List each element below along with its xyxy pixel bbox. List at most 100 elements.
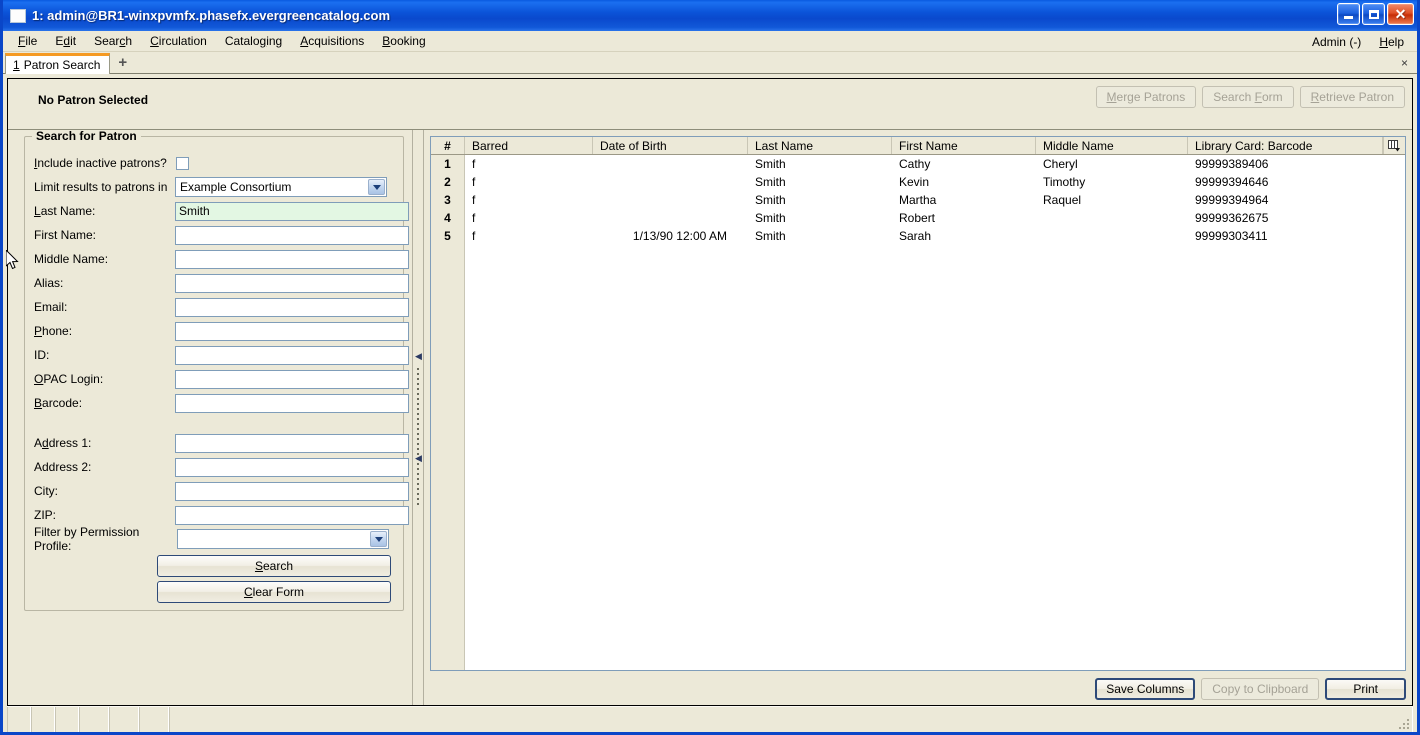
menu-admin[interactable]: Admin (-) bbox=[1303, 33, 1370, 51]
middle-name-input[interactable] bbox=[175, 249, 409, 269]
close-tab-icon[interactable]: × bbox=[1401, 56, 1408, 70]
opac-login-input[interactable] bbox=[175, 369, 409, 389]
cell-middle-name: Timothy bbox=[1043, 175, 1086, 189]
field-row-middle-name: Middle Name: bbox=[31, 247, 409, 271]
chevron-down-icon bbox=[368, 179, 385, 195]
splitter-collapse-right-icon[interactable]: ◀ bbox=[415, 454, 423, 463]
chevron-down-icon bbox=[370, 531, 387, 547]
middle-name-label: Middle Name: bbox=[34, 252, 109, 266]
cell-last-name: Smith bbox=[755, 157, 786, 171]
phone-input[interactable] bbox=[175, 321, 409, 341]
id-input[interactable] bbox=[175, 345, 409, 365]
last-name-input[interactable] bbox=[175, 201, 409, 221]
cell-last-name: Smith bbox=[755, 211, 786, 225]
menu-help[interactable]: Help bbox=[1370, 33, 1413, 51]
column-header-num[interactable]: # bbox=[431, 137, 465, 154]
barcode-label: Barcode: bbox=[34, 396, 83, 410]
table-row[interactable]: 5 f 1/13/90 12:00 AM Smith Sarah 9999930… bbox=[431, 227, 1405, 245]
column-picker-icon[interactable] bbox=[1383, 137, 1405, 154]
field-row-include-inactive: Include inactive patrons? bbox=[31, 151, 397, 175]
address-2-label: Address 2: bbox=[34, 460, 92, 474]
field-row-address-2: Address 2: bbox=[31, 455, 409, 479]
cell-barred: f bbox=[472, 211, 476, 225]
menu-file[interactable]: File bbox=[9, 32, 46, 50]
merge-patrons-button[interactable]: Merge Patrons bbox=[1095, 86, 1197, 108]
column-header-date-of-birth[interactable]: Date of Birth bbox=[593, 137, 748, 154]
include-inactive-checkbox[interactable] bbox=[176, 156, 189, 170]
first-name-label: First Name: bbox=[34, 228, 97, 242]
results-grid-body: 1 f Smith Cathy Cheryl 99999389406 2 f S… bbox=[431, 155, 1405, 670]
tab-index: 1 bbox=[13, 58, 20, 72]
clear-form-button-row: Clear Form bbox=[31, 581, 397, 603]
title-bar: 1: admin@BR1-winxpvmfx.phasefx.evergreen… bbox=[3, 0, 1417, 31]
menu-bar-right: Admin (-) Help bbox=[1303, 31, 1413, 52]
close-icon: ✕ bbox=[1394, 6, 1407, 22]
cell-barred: f bbox=[472, 175, 476, 189]
cell-barred: f bbox=[472, 157, 476, 171]
banner-button-group: Merge Patrons Search Form Retrieve Patro… bbox=[1095, 86, 1405, 108]
cell-barred: f bbox=[472, 229, 476, 243]
new-tab-button[interactable]: + bbox=[110, 55, 135, 71]
menu-search[interactable]: Search bbox=[85, 32, 141, 50]
column-header-barred[interactable]: Barred bbox=[465, 137, 593, 154]
status-pane-6 bbox=[139, 707, 169, 732]
copy-to-clipboard-button[interactable]: Copy to Clipboard bbox=[1201, 677, 1320, 700]
table-row[interactable]: 1 f Smith Cathy Cheryl 99999389406 bbox=[431, 155, 1405, 173]
search-form-button[interactable]: Search Form bbox=[1202, 86, 1294, 108]
limit-results-label: Limit results to patrons in bbox=[34, 180, 168, 194]
menu-edit[interactable]: Edit bbox=[46, 32, 85, 50]
close-button[interactable]: ✕ bbox=[1387, 3, 1414, 25]
address-1-input[interactable] bbox=[175, 433, 409, 453]
menu-booking[interactable]: Booking bbox=[373, 32, 434, 50]
column-header-last-name[interactable]: Last Name bbox=[748, 137, 892, 154]
field-row-limit-results: Limit results to patrons in Example Cons… bbox=[31, 175, 397, 199]
limit-results-select[interactable]: Example Consortium bbox=[175, 177, 387, 197]
address-2-input[interactable] bbox=[175, 457, 409, 477]
alias-input[interactable] bbox=[175, 273, 409, 293]
status-pane-1 bbox=[7, 707, 31, 732]
cell-first-name: Martha bbox=[899, 193, 937, 207]
retrieve-patron-button[interactable]: Retrieve Patron bbox=[1299, 86, 1405, 108]
tab-patron-search[interactable]: 1 Patron Search bbox=[5, 53, 111, 74]
zip-label: ZIP: bbox=[34, 508, 57, 522]
patron-status-label: No Patron Selected bbox=[38, 93, 149, 107]
cell-barcode: 99999362675 bbox=[1195, 211, 1269, 225]
menu-acquisitions[interactable]: Acquisitions bbox=[291, 32, 373, 50]
splitter-grip bbox=[417, 368, 419, 508]
permission-profile-select[interactable] bbox=[177, 529, 389, 549]
email-input[interactable] bbox=[175, 297, 409, 317]
barcode-input[interactable] bbox=[175, 393, 409, 413]
splitter-collapse-left-icon[interactable]: ◀ bbox=[415, 352, 423, 361]
table-row[interactable]: 3 f Smith Martha Raquel 99999394964 bbox=[431, 191, 1405, 209]
city-input[interactable] bbox=[175, 481, 409, 501]
panel-splitter[interactable]: ◀ ◀ bbox=[412, 130, 424, 705]
table-row[interactable]: 4 f Smith Robert 99999362675 bbox=[431, 209, 1405, 227]
opac-login-label: OPAC Login: bbox=[34, 372, 104, 386]
cell-first-name: Kevin bbox=[899, 175, 930, 189]
first-name-input[interactable] bbox=[175, 225, 409, 245]
cell-num: 3 bbox=[431, 191, 465, 209]
column-header-library-card-barcode[interactable]: Library Card: Barcode bbox=[1188, 137, 1383, 154]
table-row[interactable]: 2 f Smith Kevin Timothy 99999394646 bbox=[431, 173, 1405, 191]
results-footer: Save Columns Copy to Clipboard Print bbox=[430, 671, 1406, 701]
status-pane-3 bbox=[55, 707, 79, 732]
window-icon bbox=[10, 8, 26, 23]
maximize-icon bbox=[1368, 9, 1379, 19]
field-row-id: ID: bbox=[31, 343, 409, 367]
column-header-middle-name[interactable]: Middle Name bbox=[1036, 137, 1188, 154]
zip-input[interactable] bbox=[175, 505, 409, 525]
column-header-first-name[interactable]: First Name bbox=[892, 137, 1036, 154]
limit-results-value: Example Consortium bbox=[180, 180, 292, 194]
results-grid: # Barred Date of Birth Last Name First N… bbox=[430, 136, 1406, 671]
split-body: Search for Patron Include inactive patro… bbox=[8, 130, 1412, 705]
menu-cataloging[interactable]: Cataloging bbox=[216, 32, 291, 50]
maximize-button[interactable] bbox=[1362, 3, 1385, 25]
minimize-button[interactable] bbox=[1337, 3, 1360, 25]
menu-circulation[interactable]: Circulation bbox=[141, 32, 216, 50]
cell-middle-name: Raquel bbox=[1043, 193, 1082, 207]
print-button[interactable]: Print bbox=[1325, 677, 1406, 700]
search-button[interactable]: Search bbox=[157, 555, 391, 577]
clear-form-button[interactable]: Clear Form bbox=[157, 581, 391, 603]
save-columns-button[interactable]: Save Columns bbox=[1095, 677, 1196, 700]
resize-grip[interactable] bbox=[1397, 717, 1411, 731]
